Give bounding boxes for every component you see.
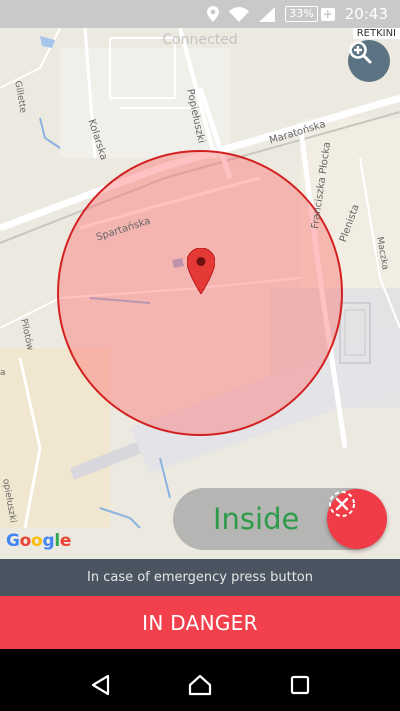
battery-icon: 33% +	[285, 6, 335, 22]
connection-status: Connected	[162, 32, 238, 48]
battery-level: 33%	[285, 6, 318, 22]
zone-status-label: Inside	[213, 502, 300, 536]
google-letter: e	[59, 531, 72, 551]
recents-button[interactable]	[280, 665, 320, 705]
recents-icon	[290, 675, 310, 694]
emergency-hint-text: In case of emergency press button	[87, 570, 313, 585]
emergency-hint-panel: In case of emergency press button	[0, 559, 400, 596]
location-icon	[207, 6, 220, 22]
street-label: a	[0, 368, 6, 378]
zoom-in-button[interactable]	[348, 40, 390, 82]
map-corner-label: RETKINI	[352, 28, 400, 39]
google-letter: o	[31, 531, 43, 551]
clock: 20:43	[344, 5, 388, 23]
back-icon	[91, 674, 110, 695]
zone-status-pill: Inside	[173, 488, 387, 550]
google-letter: o	[19, 531, 32, 551]
divider	[0, 649, 400, 658]
back-button[interactable]	[80, 665, 120, 705]
zoom-in-icon	[349, 41, 372, 64]
navigation-bar	[0, 658, 400, 711]
google-logo: Google	[6, 531, 71, 551]
wifi-icon	[229, 6, 250, 22]
status-bar: 33% + 20:43	[0, 0, 400, 28]
signal-icon	[259, 6, 276, 22]
home-icon	[188, 674, 212, 695]
alarm-off-icon	[329, 491, 355, 517]
map-view[interactable]: Connected RETKINI Kolarska Popiełuszki M…	[0, 28, 400, 559]
google-letter: g	[42, 531, 55, 551]
alarm-toggle-button[interactable]	[327, 489, 387, 549]
charging-icon: +	[320, 6, 335, 21]
in-danger-button[interactable]: IN DANGER	[0, 596, 400, 649]
home-button[interactable]	[180, 665, 220, 705]
google-letter: G	[6, 531, 20, 551]
